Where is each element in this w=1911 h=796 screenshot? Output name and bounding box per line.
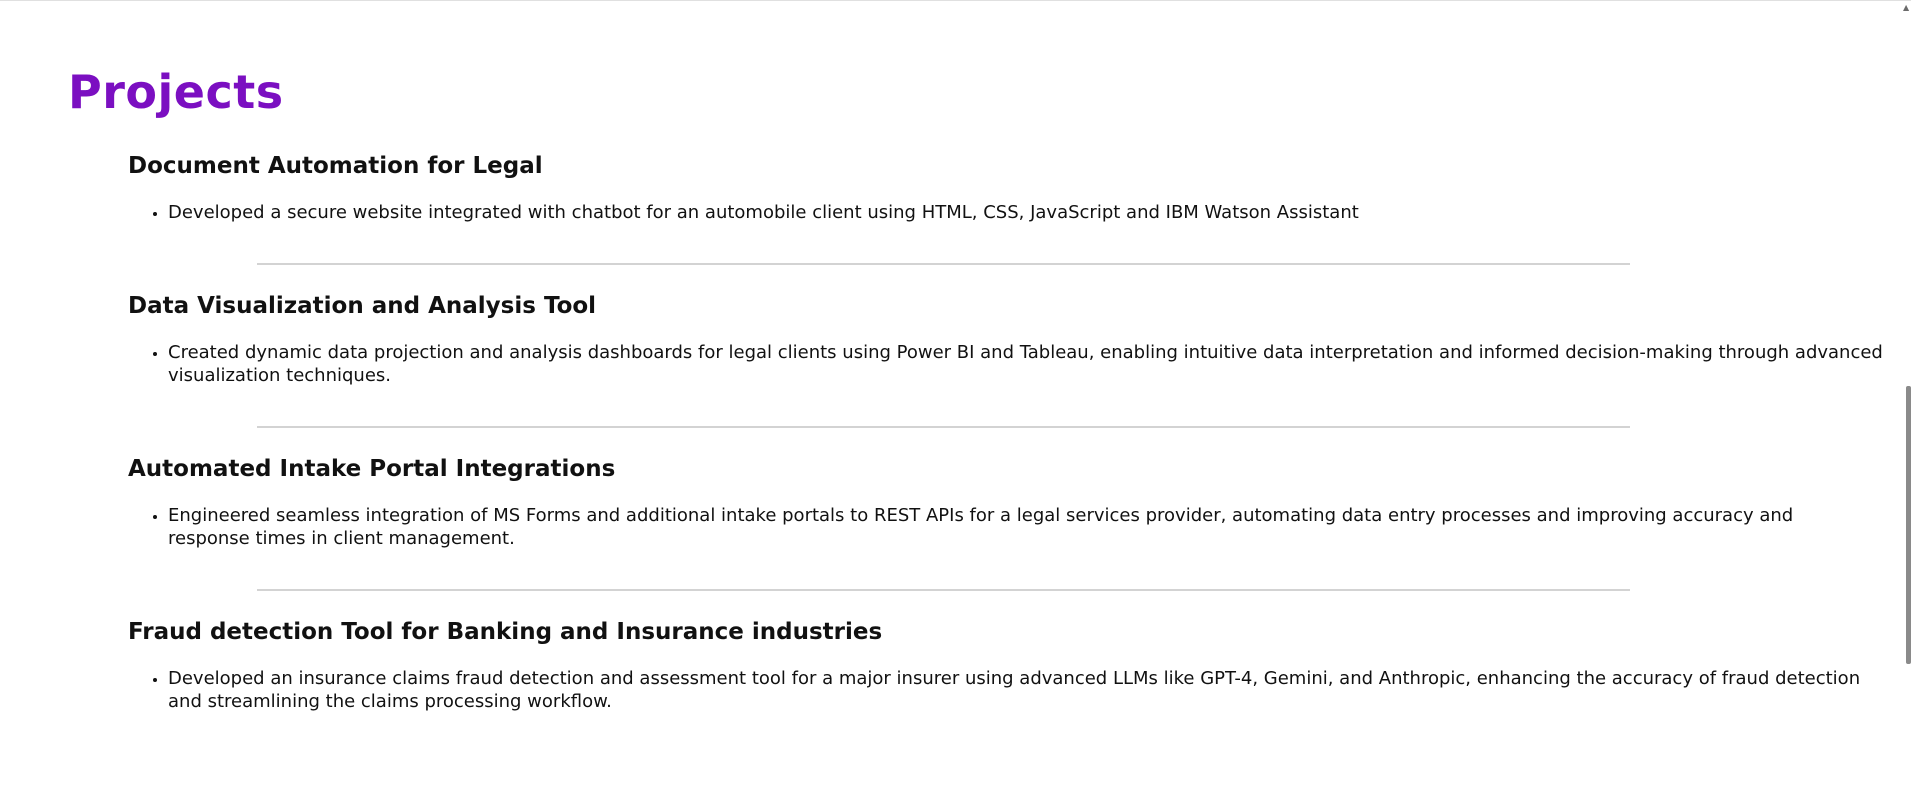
scrollbar[interactable]: ▲: [1903, 1, 1911, 796]
project-title: Automated Intake Portal Integrations: [128, 456, 616, 482]
project-bullet: Engineered seamless integration of MS Fo…: [168, 504, 1878, 550]
project-bullet: Developed an insurance claims fraud dete…: [168, 667, 1878, 713]
project-divider: [257, 589, 1630, 591]
project-bullet: Developed a secure website integrated wi…: [168, 201, 1668, 224]
project-item: Document Automation for Legal Developed …: [128, 151, 1911, 224]
scroll-up-arrow-icon[interactable]: ▲: [1903, 3, 1911, 13]
project-item: Automated Intake Portal Integrations Eng…: [128, 454, 1911, 550]
project-item: Fraud detection Tool for Banking and Ins…: [128, 617, 1911, 713]
project-title: Document Automation for Legal: [128, 153, 543, 179]
project-bullets: Created dynamic data projection and anal…: [128, 341, 1911, 387]
section-title: Projects: [68, 65, 284, 119]
project-title: Fraud detection Tool for Banking and Ins…: [128, 619, 883, 645]
page: Projects Document Automation for Legal D…: [0, 0, 1911, 796]
project-bullets: Developed a secure website integrated wi…: [128, 201, 1911, 224]
project-item: Data Visualization and Analysis Tool Cre…: [128, 291, 1911, 387]
project-divider: [257, 426, 1630, 428]
project-divider: [257, 263, 1630, 265]
project-bullets: Engineered seamless integration of MS Fo…: [128, 504, 1911, 550]
project-bullet: Created dynamic data projection and anal…: [168, 341, 1888, 387]
project-bullets: Developed an insurance claims fraud dete…: [128, 667, 1911, 713]
project-title: Data Visualization and Analysis Tool: [128, 293, 597, 319]
scrollbar-thumb[interactable]: [1906, 386, 1911, 664]
